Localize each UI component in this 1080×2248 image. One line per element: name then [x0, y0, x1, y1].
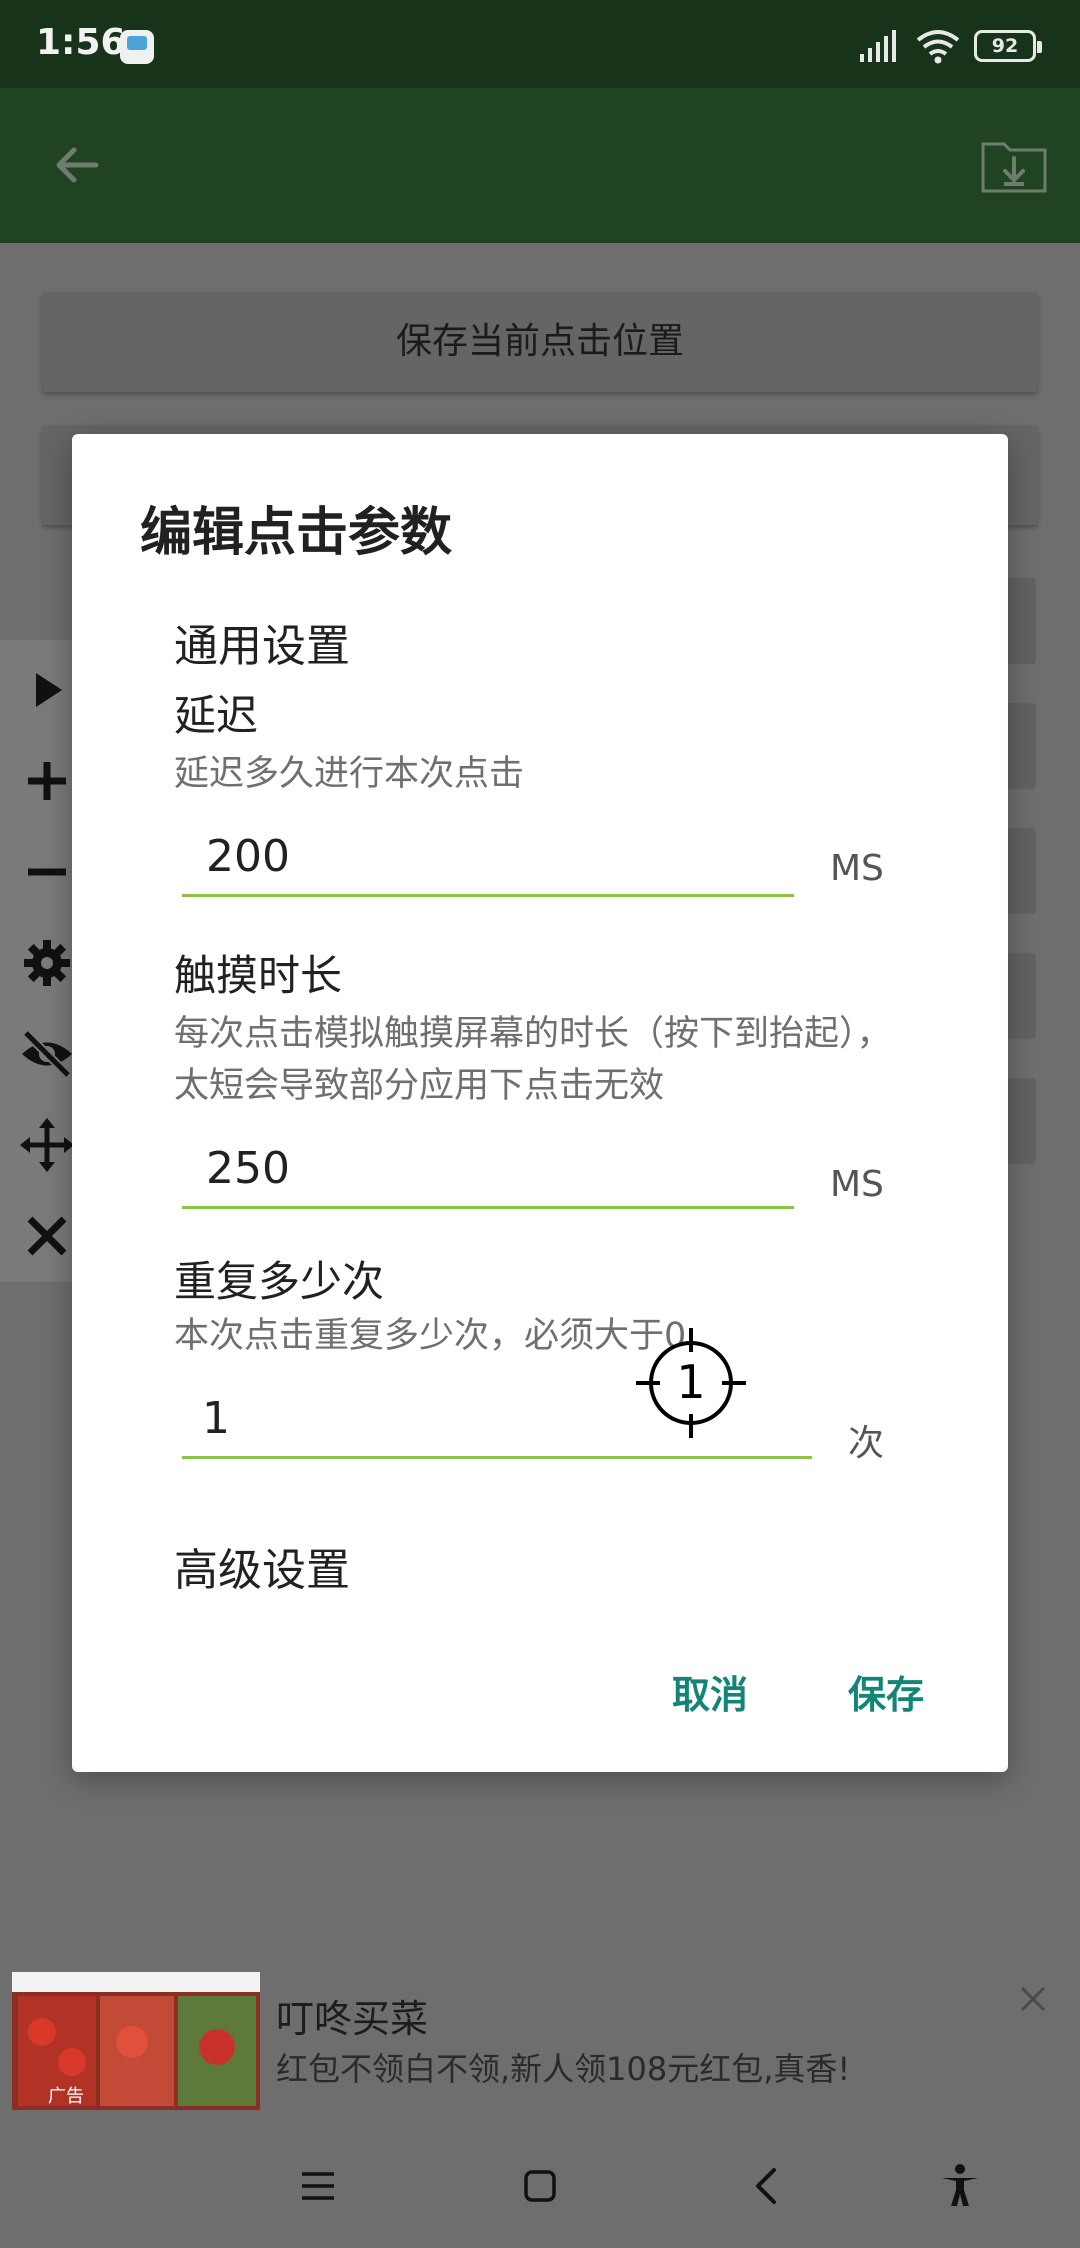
close-ad-icon[interactable] — [1016, 1982, 1050, 2016]
dialog-title: 编辑点击参数 — [140, 503, 453, 563]
app-bar — [0, 88, 1080, 243]
accessibility-icon[interactable] — [934, 2160, 986, 2212]
home-square-icon[interactable] — [514, 2160, 566, 2212]
touch-duration-input[interactable] — [182, 1138, 794, 1200]
save-position-button[interactable]: 保存当前点击位置 — [42, 292, 1038, 392]
repeat-title: 重复多少次 — [174, 1257, 385, 1306]
delay-description: 延迟多久进行本次点击 — [174, 754, 525, 794]
eye-off-icon[interactable] — [14, 1021, 80, 1087]
folder-download-icon[interactable] — [980, 138, 1048, 194]
touch-duration-title: 触摸时长 — [174, 951, 343, 1000]
status-time: 1:56 — [36, 22, 126, 63]
repeat-description: 本次点击重复多少次，必须大于0 — [174, 1316, 687, 1356]
repeat-unit: 次 — [848, 1423, 885, 1464]
move-icon[interactable] — [14, 1112, 80, 1178]
ad-badge: 广告 — [48, 2086, 84, 2107]
plus-icon[interactable] — [14, 748, 80, 814]
advanced-settings-header[interactable]: 高级设置 — [174, 1534, 350, 1598]
signal-icon — [860, 30, 896, 62]
save-button[interactable]: 保存 — [848, 1664, 924, 1719]
touch-duration-description: 每次点击模拟触摸屏幕的时长（按下到抬起），太短会导致部分应用下点击无效 — [174, 1014, 892, 1106]
click-target-crosshair[interactable]: 1 — [636, 1328, 746, 1438]
touch-duration-unit: MS — [830, 1164, 884, 1205]
crosshair-label: 1 — [676, 1355, 705, 1409]
delay-title: 延迟 — [174, 691, 259, 740]
battery-indicator: 92 — [974, 30, 1042, 62]
delay-unit: MS — [830, 848, 884, 889]
menu-icon[interactable] — [292, 2160, 344, 2212]
arrow-left-icon[interactable] — [52, 140, 102, 190]
close-icon[interactable] — [14, 1203, 80, 1269]
cancel-button[interactable]: 取消 — [672, 1664, 748, 1719]
minus-icon[interactable] — [14, 839, 80, 905]
back-chevron-icon[interactable] — [742, 2160, 794, 2212]
delay-field[interactable] — [182, 826, 794, 897]
play-icon[interactable] — [14, 657, 80, 723]
delay-input[interactable] — [182, 826, 794, 888]
ad-description[interactable]: 红包不领白不领,新人领108元红包,真香! — [276, 2044, 850, 2090]
ad-strawberry-image[interactable]: 广告 — [12, 1972, 260, 2110]
gear-icon[interactable] — [14, 930, 80, 996]
touch-duration-field[interactable] — [182, 1138, 794, 1209]
ad-title[interactable]: 叮咚买菜 — [276, 1988, 428, 2043]
notification-app-icon — [120, 30, 154, 64]
general-settings-header: 通用设置 — [174, 621, 350, 672]
wifi-icon — [916, 30, 960, 64]
